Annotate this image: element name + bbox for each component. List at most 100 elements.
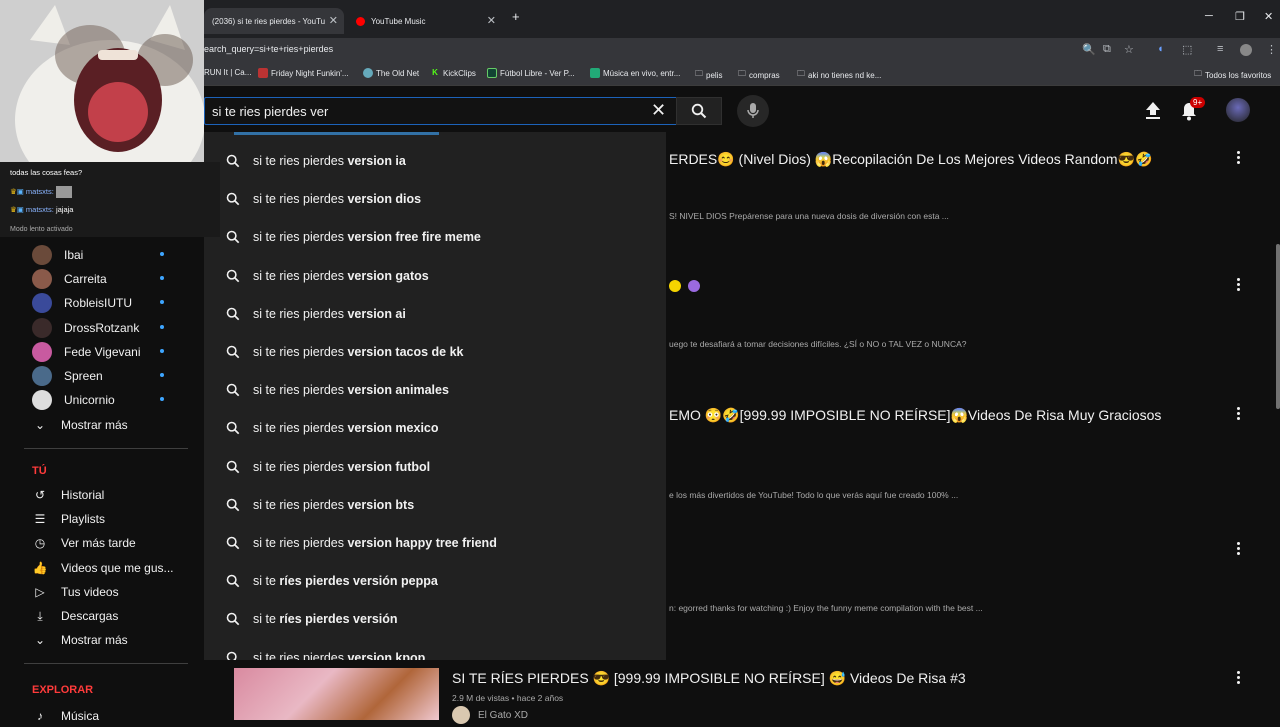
search-icon xyxy=(691,103,707,119)
extension-audio-icon[interactable]: ◖ xyxy=(1157,43,1164,55)
subscription-item[interactable]: Fede Vigevani xyxy=(32,340,204,364)
subscription-item[interactable]: Carreita xyxy=(32,267,204,291)
sidebar-nav-item[interactable]: ↺ Historial xyxy=(32,484,204,506)
bookmark-item[interactable]: The Old Net xyxy=(363,68,419,78)
suggestion-item[interactable]: si te ries pierdes version happy tree fr… xyxy=(204,525,666,563)
channel-avatar[interactable] xyxy=(452,706,470,724)
clear-search-icon[interactable]: ✕ xyxy=(651,100,666,121)
bookmark-item[interactable]: Fútbol Libre - Ver P... xyxy=(487,68,575,78)
search-button[interactable] xyxy=(676,97,722,125)
bookmark-item[interactable]: RUN It | Ca... xyxy=(204,68,251,77)
watch-later-icon: ◷ xyxy=(34,536,46,551)
zoom-icon[interactable]: 🔍 xyxy=(1082,43,1096,56)
suggestion-item[interactable]: si te ries pierdes version dios xyxy=(204,181,666,219)
suggestion-item[interactable]: si te ries pierdes version animales xyxy=(204,372,666,410)
close-tab-icon[interactable]: ✕ xyxy=(329,14,338,27)
menu-icon[interactable]: ⋮ xyxy=(1266,43,1277,56)
minimize-icon[interactable]: ─ xyxy=(1205,10,1213,22)
notifications-button[interactable]: 9+ xyxy=(1180,97,1206,126)
close-tab-icon[interactable]: ✕ xyxy=(487,14,496,27)
suggestion-text: si te ries pierdes version ai xyxy=(253,307,406,321)
suggestion-prefix: si te ries pierdes xyxy=(253,154,348,168)
result-title[interactable]: ERDES😊 (Nivel Dios) 😱Recopilación De Los… xyxy=(669,151,1152,168)
search-icon xyxy=(226,460,240,479)
chat-text: jajaja xyxy=(55,205,74,214)
page-scrollbar[interactable] xyxy=(1276,244,1280,409)
subscription-item[interactable]: DrossRotzank xyxy=(32,316,204,340)
badge-icon: ▣ xyxy=(16,205,24,214)
all-bookmarks-folder[interactable]: 🗀 Todos los favoritos xyxy=(1194,68,1271,82)
bookmark-folder[interactable]: 🗀 pelis xyxy=(695,68,722,82)
more-options-icon[interactable] xyxy=(1237,540,1241,557)
star-icon[interactable]: ☆ xyxy=(1124,43,1134,56)
emote-icon xyxy=(55,186,72,198)
subscription-item[interactable]: RobleisIUTU xyxy=(32,291,204,315)
channel-avatar xyxy=(32,317,52,338)
suggestion-item[interactable]: si te ries pierdes version futbol xyxy=(204,449,666,487)
install-icon[interactable]: ⧉ xyxy=(1103,43,1111,56)
suggestion-item[interactable]: si te ries pierdes version mexico xyxy=(204,410,666,448)
account-avatar[interactable] xyxy=(1226,98,1250,122)
more-options-icon[interactable] xyxy=(1237,405,1241,422)
suggestion-item[interactable]: si te ríes pierdes versión xyxy=(204,601,666,639)
search-input-value[interactable]: si te ries pierdes ver xyxy=(212,104,328,119)
result-title[interactable]: EMO 😳🤣[999.99 IMPOSIBLE NO REÍRSE]😱Video… xyxy=(669,407,1161,424)
extensions-icon[interactable]: ⬚ xyxy=(1182,43,1192,56)
bookmark-item[interactable]: K KickClips xyxy=(430,68,476,78)
sidebar-nav-item[interactable]: ⌄ Mostrar más xyxy=(32,414,204,436)
sidebar-nav-label: Playlists xyxy=(61,512,106,527)
search-input[interactable]: si te ries pierdes ver ✕ xyxy=(204,97,676,125)
sidebar-nav-item[interactable]: ▷ Tus videos xyxy=(32,581,204,603)
result-title[interactable]: SI TE RÍES PIERDES 😎 [999.99 IMPOSIBLE N… xyxy=(452,670,966,687)
channel-avatar xyxy=(32,341,52,362)
new-tab-button[interactable]: + xyxy=(512,9,520,24)
video-thumbnail[interactable] xyxy=(234,668,439,720)
media-icon[interactable]: ≡ xyxy=(1217,43,1223,55)
sidebar-nav-item[interactable]: ☰ Playlists xyxy=(32,508,204,530)
more-options-icon[interactable] xyxy=(1237,149,1241,166)
suggestion-completion: version ia xyxy=(347,154,406,168)
tab-youtube-search[interactable]: (2036) si te ries pierdes - YouTu ✕ xyxy=(204,8,344,34)
suggestion-item[interactable]: si te ries pierdes version gatos xyxy=(204,258,666,296)
bookmark-item[interactable]: Friday Night Funkin'... xyxy=(258,68,349,78)
voice-search-button[interactable] xyxy=(737,95,769,127)
result-description: uego te desafiará a tomar decisiones dif… xyxy=(669,339,967,349)
folder-icon: 🗀 xyxy=(1194,69,1202,78)
subscription-item[interactable]: Unicornio xyxy=(32,388,204,412)
bookmark-folder[interactable]: 🗀 compras xyxy=(738,68,780,82)
url-field[interactable]: earch_query=si+te+ries+pierdes xyxy=(204,44,333,54)
sidebar-nav-item[interactable]: ⌄ Mostrar más xyxy=(32,629,204,651)
maximize-icon[interactable]: ❐ xyxy=(1235,10,1245,23)
suggestion-item[interactable]: si te ries pierdes version ia xyxy=(204,143,666,181)
profile-avatar[interactable] xyxy=(1240,44,1252,56)
bookmark-folder[interactable]: 🗀 aki no tienes nd ke... xyxy=(797,68,881,82)
bookmark-label: Música en vivo, entr... xyxy=(603,68,681,78)
more-options-icon[interactable] xyxy=(1237,276,1241,293)
tab-youtube-music[interactable]: YouTube Music ✕ xyxy=(348,8,502,34)
bookmark-item[interactable]: Música en vivo, entr... xyxy=(590,68,680,78)
suggestion-item[interactable]: si te ries pierdes version free fire mem… xyxy=(204,219,666,257)
suggestion-item[interactable]: si te ries pierdes version tacos de kk xyxy=(204,334,666,372)
channel-name[interactable]: El Gato XD xyxy=(478,710,528,721)
sidebar-nav-item[interactable]: ♪ Música xyxy=(32,705,204,727)
close-window-icon[interactable]: ✕ xyxy=(1264,10,1273,23)
subscription-item[interactable]: Spreen xyxy=(32,364,204,388)
sidebar-nav-item[interactable]: ◷ Ver más tarde xyxy=(32,532,204,554)
create-button[interactable] xyxy=(1144,100,1162,125)
sidebar-nav-item[interactable]: ⤓ Descargas xyxy=(32,605,204,627)
suggestion-item[interactable]: si te ries pierdes version ai xyxy=(204,296,666,334)
search-icon xyxy=(226,612,240,631)
more-options-icon[interactable] xyxy=(1237,669,1241,686)
sidebar-nav-item[interactable]: 👍 Videos que me gus... xyxy=(32,557,204,579)
subscription-item[interactable]: Ibai xyxy=(32,243,204,267)
suggestion-prefix: si te ries pierdes xyxy=(253,230,348,245)
sidebar-divider xyxy=(24,448,188,449)
suggestion-item[interactable]: si te ries pierdes version kpop xyxy=(204,640,666,660)
suggestion-item[interactable]: si te ríes pierdes versión peppa xyxy=(204,563,666,601)
purple-circle-emoji xyxy=(688,280,700,292)
stream-chat: todas las cosas feas? ♛▣ matsxts: ♛▣ mat… xyxy=(0,162,220,237)
suggestion-item[interactable]: si te ries pierdes version bts xyxy=(204,487,666,525)
bookmark-label: Todos los favoritos xyxy=(1205,70,1272,80)
suggestion-completion: version dios xyxy=(347,192,422,207)
crown-icon: ♛ xyxy=(10,205,17,214)
